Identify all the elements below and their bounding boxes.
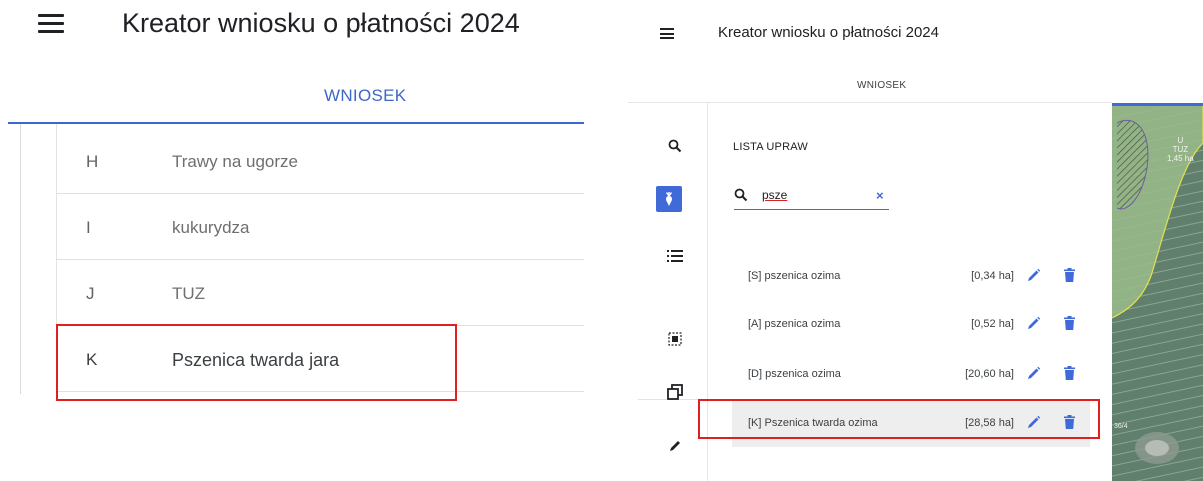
crop-icon[interactable] [656, 186, 682, 212]
item-name: Trawy na ugorze [172, 152, 298, 171]
delete-icon[interactable] [1064, 316, 1075, 335]
item-name: [K] Pszenica twarda ozima [748, 417, 878, 429]
list-item[interactable]: [A] pszenica ozima [0,52 ha] [732, 302, 1090, 348]
menu-icon[interactable] [38, 14, 64, 34]
list-item-selected[interactable]: [K] Pszenica twarda ozima [28,58 ha] [732, 401, 1090, 447]
edit-icon[interactable] [1027, 268, 1041, 287]
map-parcel-label: U TUZ 1,45 ha [1167, 136, 1194, 163]
copy-icon[interactable] [662, 379, 688, 405]
search-field[interactable]: psze × [734, 184, 889, 210]
list-item[interactable]: K Pszenica twarda jara [56, 326, 584, 392]
pencil-icon[interactable] [662, 433, 688, 459]
item-name: TUZ [172, 284, 206, 303]
map-view[interactable]: U TUZ 1,45 ha 36/4 [1112, 103, 1203, 481]
edit-icon[interactable] [1027, 316, 1041, 335]
left-panel: Kreator wniosku o płatności 2024 WNIOSEK… [0, 0, 590, 481]
list-item[interactable]: I kukurydza [56, 194, 584, 260]
select-area-icon[interactable] [662, 326, 688, 352]
item-area: [0,52 ha] [971, 318, 1014, 330]
divider [20, 124, 21, 394]
item-area: [28,58 ha] [965, 417, 1014, 429]
edit-icon[interactable] [1027, 415, 1041, 434]
list-item[interactable]: [D] pszenica ozima [20,60 ha] [732, 352, 1090, 398]
tab-label: WNIOSEK [324, 86, 407, 105]
tab-wniosek[interactable]: WNIOSEK [8, 80, 584, 124]
item-name: kukurydza [172, 218, 250, 237]
tab-indicator [8, 122, 584, 124]
item-code: K [86, 350, 98, 369]
item-name: Pszenica twarda jara [172, 350, 340, 370]
delete-icon[interactable] [1064, 366, 1075, 385]
item-code: J [86, 284, 95, 303]
map-parcel-number: 36/4 [1114, 423, 1128, 430]
page-title: Kreator wniosku o płatności 2024 [122, 8, 520, 38]
map-label-area: 1,45 ha [1167, 154, 1194, 163]
item-code: H [86, 152, 99, 171]
search-icon[interactable] [662, 133, 688, 159]
map-label-parcel: U [1177, 136, 1184, 145]
delete-icon[interactable] [1064, 268, 1075, 287]
item-area: [20,60 ha] [965, 368, 1014, 380]
list-item[interactable]: J TUZ [56, 260, 584, 326]
item-code: I [86, 218, 91, 237]
clear-icon[interactable]: × [876, 188, 884, 203]
search-input[interactable]: psze [762, 188, 787, 202]
list-heading: LISTA UPRAW [733, 141, 808, 153]
right-panel: Kreator wniosku o płatności 2024 WNIOSEK… [628, 0, 1203, 481]
map-label-code: TUZ [1172, 145, 1189, 154]
tab-wniosek[interactable]: WNIOSEK [857, 80, 906, 91]
item-name: [S] pszenica ozima [748, 270, 841, 282]
item-area: [0,34 ha] [971, 270, 1014, 282]
list-item[interactable]: H Trawy na ugorze [56, 128, 584, 194]
page-title: Kreator wniosku o płatności 2024 [718, 24, 939, 41]
list-item[interactable]: [S] pszenica ozima [0,34 ha] [732, 254, 1090, 300]
list-icon[interactable] [662, 243, 688, 269]
menu-icon[interactable] [660, 28, 674, 39]
tool-sidebar [628, 103, 708, 481]
delete-icon[interactable] [1064, 415, 1075, 434]
edit-icon[interactable] [1027, 366, 1041, 385]
item-name: [D] pszenica ozima [748, 368, 841, 380]
item-name: [A] pszenica ozima [748, 318, 841, 330]
search-icon [734, 188, 748, 207]
